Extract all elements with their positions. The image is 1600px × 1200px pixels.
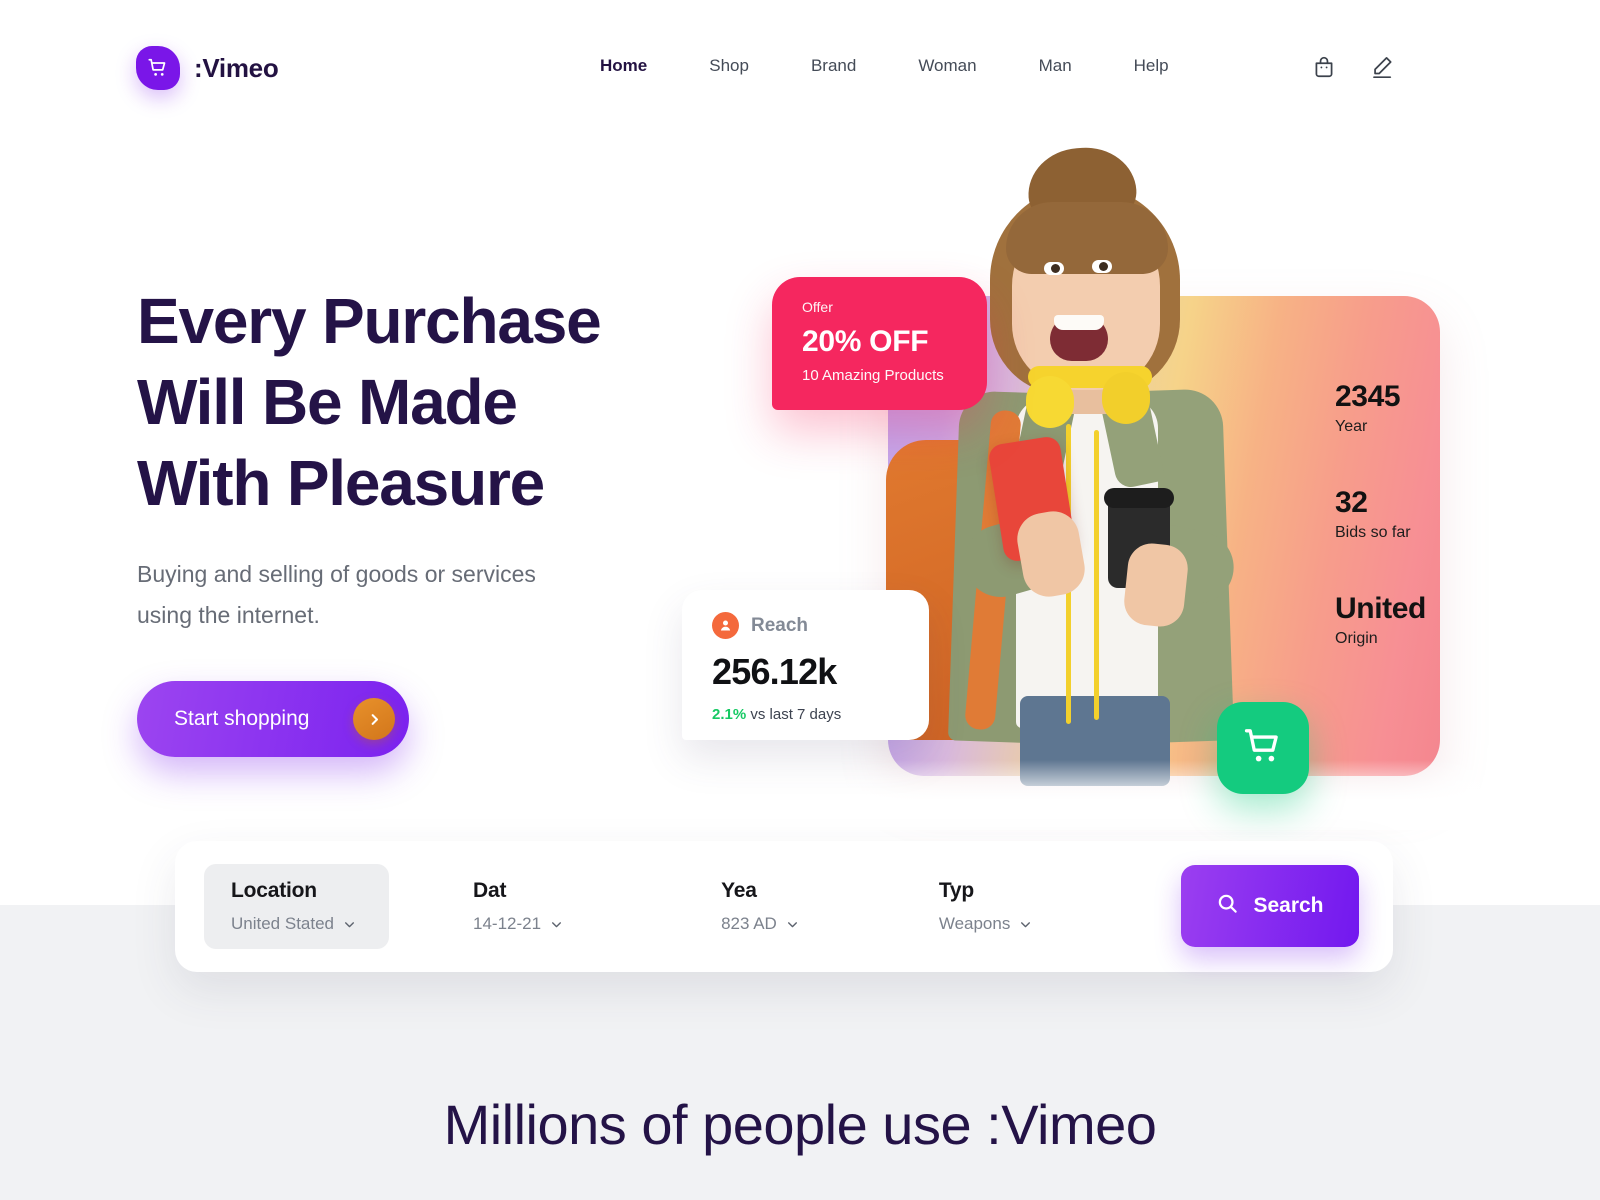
search-button-label: Search [1253, 894, 1324, 917]
reach-delta: 2.1% vs last 7 days [712, 706, 905, 723]
hero-subtitle-line-1: Buying and selling of goods or services [137, 561, 536, 587]
search-field-value[interactable]: United Stated [231, 914, 389, 934]
hero-subtitle-line-2: using the internet. [137, 602, 320, 628]
search-field-location[interactable]: Location United Stated [204, 864, 389, 949]
search-field-type[interactable]: Typ Weapons [939, 841, 1033, 972]
search-field-label: Location [231, 879, 317, 902]
reach-delta-suffix: vs last 7 days [750, 706, 842, 723]
brand-logo[interactable]: :Vimeo [136, 46, 279, 90]
brand-name: :Vimeo [194, 52, 279, 83]
stat-value: United [1335, 592, 1426, 625]
stat-label: Year [1335, 418, 1368, 435]
bottom-heading: Millions of people use :Vimeo [443, 1093, 1157, 1156]
reach-card: Reach 256.12k 2.1% vs last 7 days [682, 590, 929, 740]
stat-label: Origin [1335, 630, 1378, 647]
stat-item-origin: United Origin [1335, 592, 1475, 648]
stat-item-bids: 32 Bids so far [1335, 486, 1475, 542]
search-field-value[interactable]: 823 AD [721, 914, 799, 934]
reach-title: Reach [751, 614, 809, 636]
nav-item-shop[interactable]: Shop [709, 56, 749, 76]
hero-title-line-2: Will Be Made [137, 366, 518, 438]
nav-item-brand[interactable]: Brand [811, 56, 856, 76]
offer-card: Offer 20% OFF 10 Amazing Products [772, 277, 987, 410]
hero-photo-person [880, 140, 1280, 786]
search-field-value-text: 823 AD [721, 914, 777, 933]
nav-item-home[interactable]: Home [600, 56, 647, 76]
chevron-down-icon[interactable] [550, 918, 563, 931]
nav-item-help[interactable]: Help [1134, 56, 1169, 76]
offer-value: 20% OFF [802, 325, 929, 358]
hero-title-line-1: Every Purchase [137, 285, 602, 357]
search-field-value-text: United Stated [231, 914, 335, 933]
chevron-down-icon[interactable] [343, 918, 356, 931]
stat-value: 2345 [1335, 380, 1401, 413]
chevron-down-icon[interactable] [1019, 918, 1032, 931]
stat-item-year: 2345 Year [1335, 380, 1475, 436]
pen-icon[interactable] [1369, 54, 1395, 80]
search-button[interactable]: Search [1181, 865, 1359, 947]
start-shopping-label: Start shopping [174, 707, 310, 730]
search-field-year[interactable]: Yea 823 AD [721, 841, 799, 972]
hero-copy: Every Purchase Will Be Made With Pleasur… [137, 281, 697, 757]
nav-item-man[interactable]: Man [1039, 56, 1072, 76]
search-field-value-text: 14-12-21 [473, 914, 542, 933]
search-field-value-text: Weapons [938, 914, 1011, 933]
start-shopping-button[interactable]: Start shopping [137, 681, 409, 757]
cart-fab-button[interactable] [1217, 702, 1309, 794]
shopping-cart-icon [1242, 725, 1284, 772]
main-nav: Home Shop Brand Woman Man Help [600, 56, 1169, 76]
reach-card-header: Reach [712, 612, 905, 639]
site-header: :Vimeo Home Shop Brand Woman Man Help [0, 0, 1600, 140]
search-icon [1216, 892, 1239, 921]
reach-delta-percent: 2.1% [712, 706, 747, 723]
hero-title-line-3: With Pleasure [137, 447, 545, 519]
chevron-down-icon[interactable] [786, 918, 799, 931]
search-field-label: Dat [473, 879, 507, 902]
chevron-right-icon [353, 698, 395, 740]
page-root: :Vimeo Home Shop Brand Woman Man Help Ev… [0, 0, 1600, 1200]
reach-value: 256.12k [712, 651, 837, 692]
search-bar: Location United Stated Dat 14-12-21 Yea … [175, 841, 1393, 972]
hero-subtitle: Buying and selling of goods or services … [137, 554, 697, 636]
offer-eyebrow: Offer [802, 299, 833, 315]
search-field-date[interactable]: Dat 14-12-21 [473, 841, 563, 972]
person-icon [712, 612, 739, 639]
stats-list: 2345 Year 32 Bids so far United Origin [1335, 380, 1475, 648]
photo-fade-mask [680, 760, 1480, 830]
search-field-value[interactable]: Weapons [939, 914, 1033, 934]
stat-label: Bids so far [1335, 524, 1411, 541]
headphones-shape [1026, 376, 1074, 428]
nav-item-woman[interactable]: Woman [918, 56, 976, 76]
page-title: Every Purchase Will Be Made With Pleasur… [137, 281, 697, 524]
search-field-label: Typ [938, 879, 975, 902]
offer-note: 10 Amazing Products [802, 367, 944, 384]
hero-visual: 2345 Year 32 Bids so far United Origin O… [680, 140, 1480, 830]
bag-icon[interactable] [1311, 54, 1337, 80]
search-field-value[interactable]: 14-12-21 [473, 914, 563, 934]
shopping-cart-icon [136, 46, 180, 90]
search-field-label: Yea [721, 879, 757, 902]
stat-value: 32 [1335, 486, 1368, 519]
header-actions [1311, 54, 1395, 80]
